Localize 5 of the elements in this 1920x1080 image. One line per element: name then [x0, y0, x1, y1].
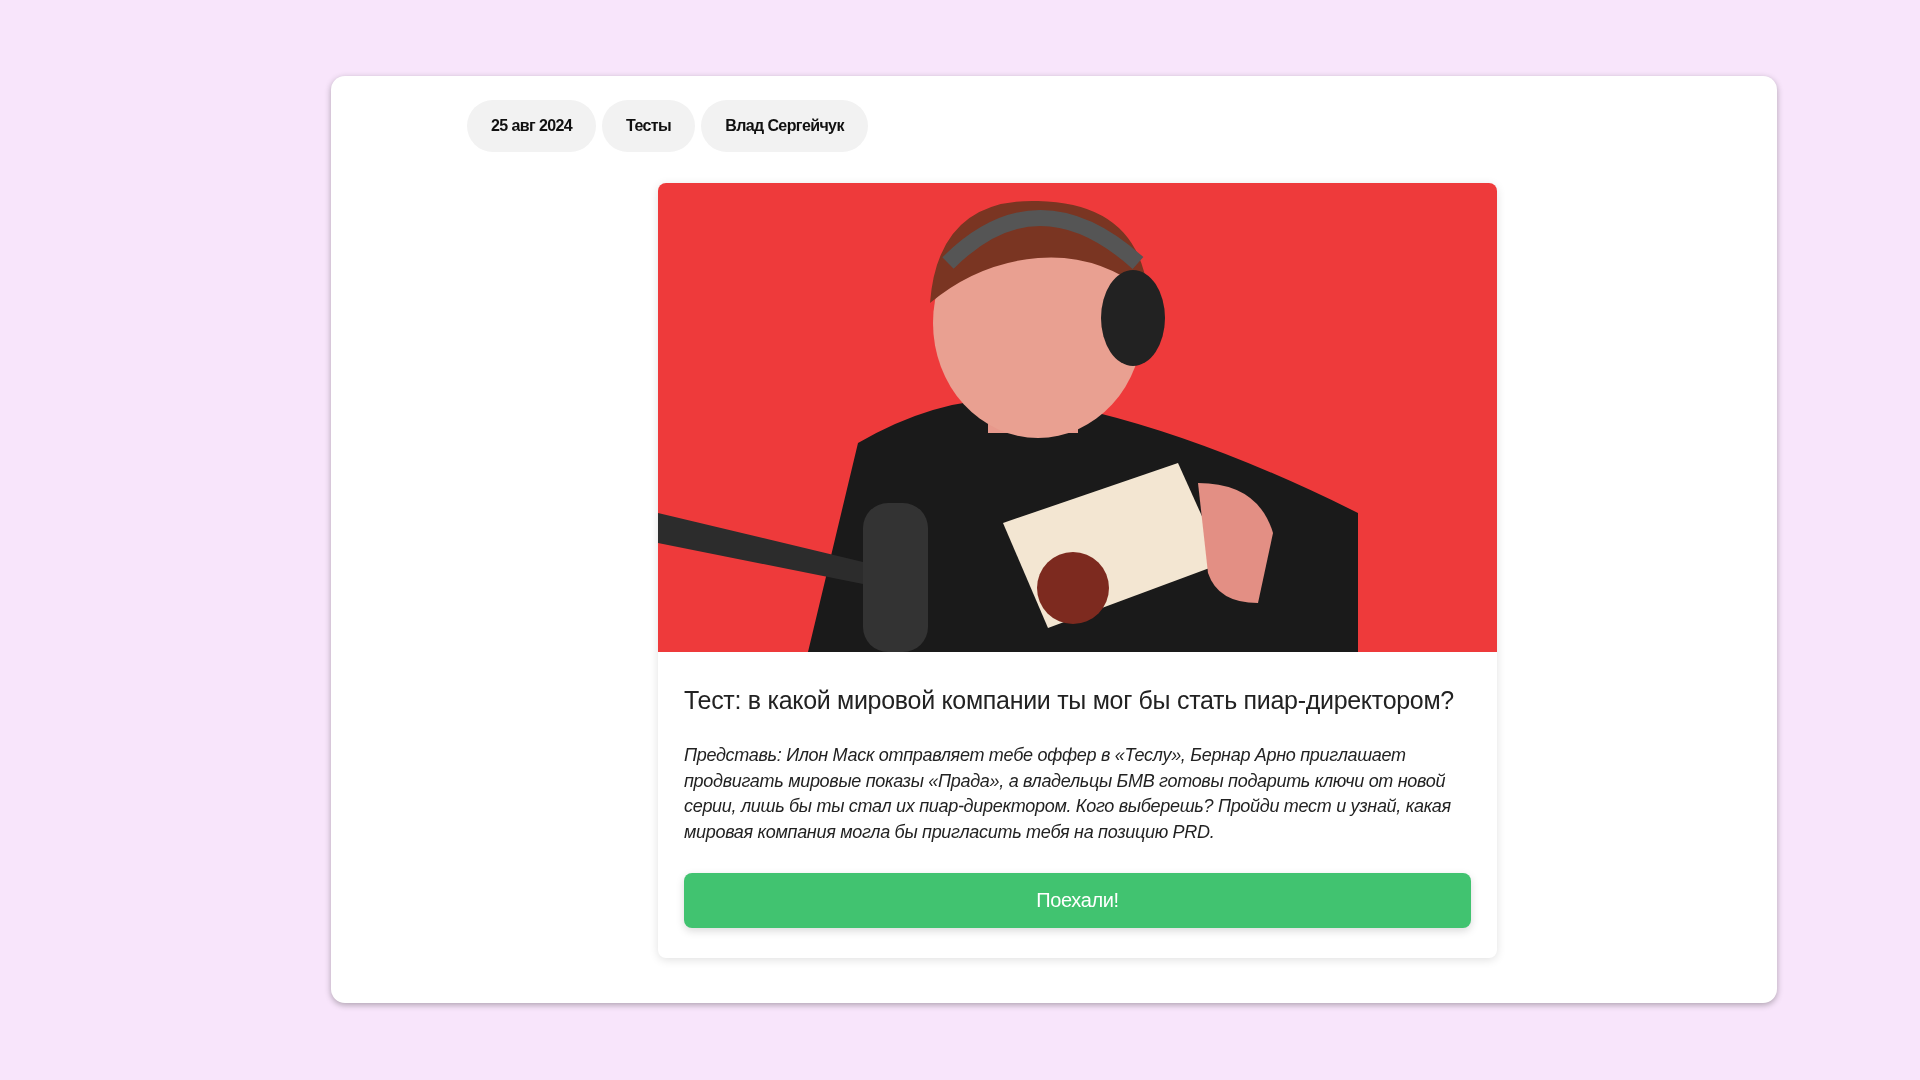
tag-chip[interactable]: Влад Сергейчук [701, 100, 868, 152]
post-description: Представь: Илон Маск отправляет тебе оффер в «Теслу», Бернар Арно приглашает продвигать мировые показы «Прада», а владельцы БМВ готовы подарить ключи от новой серии, лишь бы ты стал их пиар-директором. Кого выберешь? Пройди тест и узнай, какая мировая компания могла бы пригласить тебя на позицию PRD. [684, 744, 1452, 844]
tag-chip[interactable]: Тесты [602, 100, 696, 152]
tag-chip[interactable]: 25 авг 2024 [467, 100, 597, 152]
post-title: Тест: в какой мировой компании ты мог бы стать пиар-директором? [684, 688, 1455, 713]
